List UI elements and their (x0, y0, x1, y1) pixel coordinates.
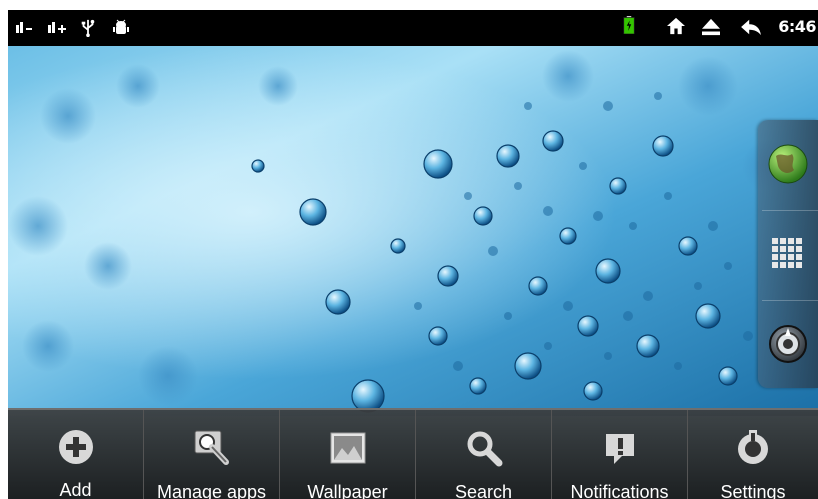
search-icon (467, 431, 502, 467)
battery-charging-icon (623, 16, 635, 34)
wallpaper-water-drops (8, 46, 818, 416)
compass-icon (769, 325, 807, 363)
menu-item-label: Settings (720, 482, 786, 499)
menu-item-manage-apps[interactable]: Manage apps (144, 410, 280, 499)
launcher-dock (758, 120, 818, 388)
status-time: 6:46 (778, 17, 816, 36)
menu-item-label: Search (454, 482, 513, 499)
settings-icon (738, 430, 768, 464)
home-icon (667, 17, 685, 35)
notifications-icon (605, 434, 634, 464)
browser-button[interactable] (758, 120, 818, 208)
signal-icon (16, 22, 32, 33)
wallpaper-icon (330, 432, 365, 464)
menu-item-add[interactable]: Add (8, 410, 144, 499)
menu-item-notifications[interactable]: Notifications (552, 410, 688, 499)
app-grid-icon (772, 238, 802, 268)
menu-item-label: Manage apps (156, 482, 267, 499)
compass-button[interactable] (758, 300, 818, 388)
manage-apps-icon (194, 430, 229, 465)
menu-item-label: Wallpaper (307, 482, 388, 499)
water-drops-image (8, 46, 818, 416)
status-bar: 6:46 (8, 10, 818, 46)
add-icon (58, 430, 93, 464)
eject-icon (702, 18, 720, 36)
menu-item-wallpaper[interactable]: Wallpaper (280, 410, 416, 499)
android-debug-icon (113, 19, 129, 34)
menu-item-label: Notifications (570, 482, 669, 499)
browser-globe-icon (768, 144, 808, 184)
back-icon (741, 19, 761, 36)
app-drawer-button[interactable] (758, 210, 818, 298)
signal-plus-icon (48, 22, 66, 33)
menu-item-settings[interactable]: Settings (688, 410, 818, 499)
android-screen: 6:46 Add Manage apps Wallpaper Search No… (8, 10, 818, 499)
options-menu: Add Manage apps Wallpaper Search Notific… (8, 408, 818, 499)
usb-icon (81, 19, 95, 37)
menu-item-search[interactable]: Search (416, 410, 552, 499)
menu-item-label: Add (59, 480, 92, 499)
